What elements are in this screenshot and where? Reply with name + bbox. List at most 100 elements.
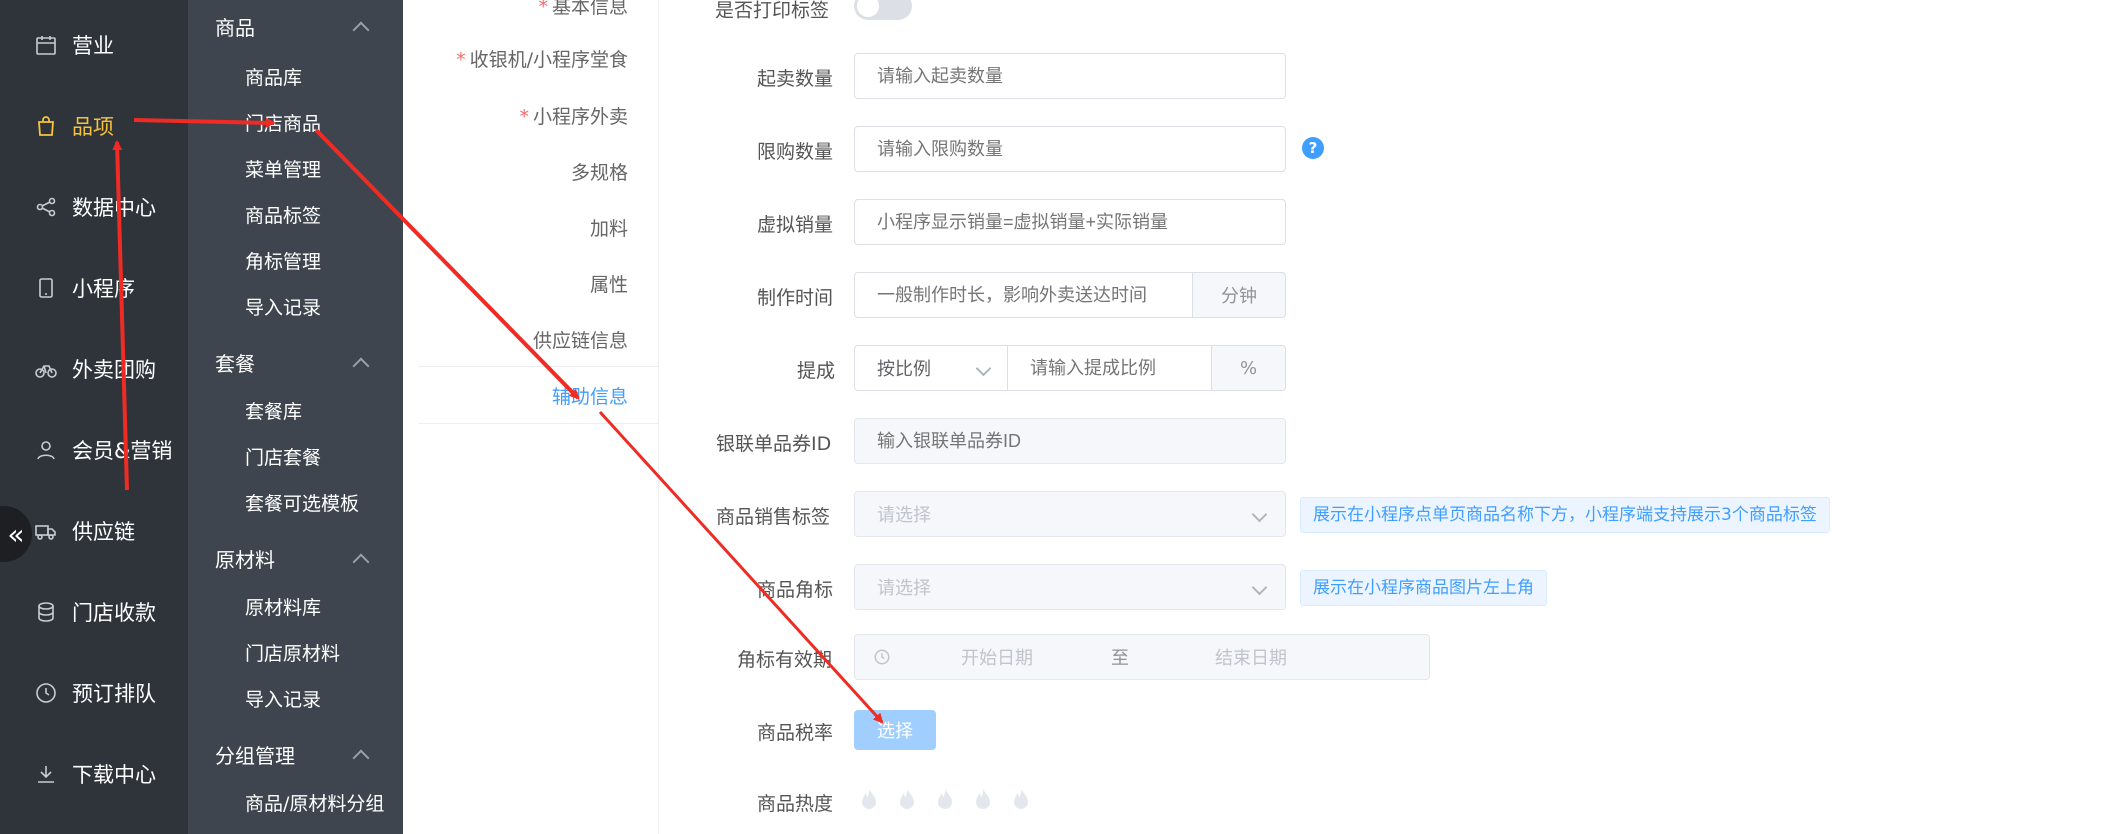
collapse-sidebar-button[interactable]: «: [0, 506, 32, 562]
nav-item-label: 外卖团购: [72, 358, 156, 382]
tab-label: 收银机/小程序堂食: [469, 49, 628, 71]
main-nav: 营业 品项 数据中心 小程序 外卖团购 会员&营销 供应链 门店收款 预订排队 …: [0, 0, 188, 834]
chevron-down-icon: [1251, 579, 1268, 595]
field-label: 商品热度: [757, 793, 834, 815]
tab-mini-program-delivery[interactable]: * 小程序外卖: [519, 102, 628, 129]
nav-item-delivery[interactable]: 外卖团购: [32, 349, 156, 389]
subnav-item-product-library[interactable]: 商品库: [245, 63, 302, 90]
flame-icon[interactable]: [858, 786, 880, 812]
select-placeholder: 请选择: [877, 578, 931, 599]
print-label-switch[interactable]: [854, 0, 912, 20]
subnav-item-raw-import-records[interactable]: 导入记录: [245, 685, 321, 712]
unionpay-coupon-id-input[interactable]: [854, 418, 1286, 464]
sale-tag-hint: 展示在小程序点单页商品名称下方，小程序端支持展示3个商品标签: [1300, 497, 1830, 533]
tab-supply-chain-info[interactable]: 供应链信息: [533, 326, 628, 353]
subnav-item-raw-material-library[interactable]: 原材料库: [245, 593, 321, 620]
select-value: 按比例: [877, 359, 931, 380]
nav-item-label: 营业: [72, 34, 114, 58]
virtual-sales-input[interactable]: [854, 199, 1286, 245]
nav-item-label: 门店收款: [72, 601, 156, 625]
nav-item-data-center[interactable]: 数据中心: [32, 187, 156, 227]
field-label: 制作时间: [757, 287, 834, 309]
mobile-icon: [32, 274, 60, 302]
tab-label: 小程序外卖: [532, 106, 628, 128]
clock-icon: [32, 679, 60, 707]
flame-icon[interactable]: [896, 786, 918, 812]
make-time-input[interactable]: [854, 272, 1193, 318]
subnav-item-product-material-groups[interactable]: 商品/原材料分组: [245, 789, 384, 816]
nav-item-business[interactable]: 营业: [32, 25, 114, 65]
field-label: 虚拟销量: [757, 214, 834, 236]
date-range-separator: 至: [1111, 648, 1129, 669]
nav-item-member-marketing[interactable]: 会员&营销: [32, 430, 172, 470]
nav-item-label: 供应链: [72, 520, 135, 544]
clock-icon: [873, 648, 891, 666]
required-mark: *: [538, 0, 548, 18]
corner-mark-hint: 展示在小程序商品图片左上角: [1300, 570, 1547, 606]
field-label: 商品销售标签: [716, 506, 831, 528]
commission-mode-select[interactable]: 按比例: [854, 345, 1008, 391]
subnav-item-store-combos[interactable]: 门店套餐: [245, 443, 321, 470]
end-date-placeholder[interactable]: 结束日期: [1215, 644, 1287, 670]
nav-item-label: 数据中心: [72, 196, 156, 220]
subnav-item-store-raw-materials[interactable]: 门店原材料: [245, 639, 340, 666]
truck-icon: [32, 517, 60, 545]
subnav-group-products[interactable]: 商品: [215, 12, 375, 41]
form-section-tabs: * 基本信息 * 收银机/小程序堂食 * 小程序外卖 多规格 加料 属性 供应链信息 …: [418, 0, 659, 834]
tax-rate-select-button[interactable]: 选择: [854, 710, 936, 750]
nav-item-products[interactable]: 品项: [32, 106, 114, 146]
nav-item-label: 下载中心: [72, 763, 156, 787]
chevron-up-icon: [352, 553, 370, 570]
field-label: 商品角标: [757, 579, 834, 601]
flame-icon[interactable]: [934, 786, 956, 812]
download-icon: [32, 760, 60, 788]
min-qty-input[interactable]: [854, 53, 1286, 99]
field-label: 限购数量: [757, 141, 834, 163]
subnav-item-import-records[interactable]: 导入记录: [245, 293, 321, 320]
tab-attributes[interactable]: 属性: [590, 270, 628, 297]
flame-icon[interactable]: [972, 786, 994, 812]
group-title-label: 分组管理: [215, 744, 295, 768]
sale-tag-select[interactable]: 请选择: [854, 491, 1286, 537]
field-label: 是否打印标签: [715, 0, 830, 22]
commission-ratio-input[interactable]: [1007, 345, 1212, 391]
start-date-placeholder[interactable]: 开始日期: [961, 644, 1033, 670]
commission-unit: %: [1211, 345, 1286, 391]
nav-item-label: 品项: [72, 115, 114, 139]
required-mark: *: [456, 49, 466, 71]
subnav-item-combo-library[interactable]: 套餐库: [245, 397, 302, 424]
nav-item-mini-program[interactable]: 小程序: [32, 268, 135, 308]
nav-item-reservation-queue[interactable]: 预订排队: [32, 673, 156, 713]
double-chevron-left-icon: «: [7, 517, 25, 551]
tab-add-ons[interactable]: 加料: [590, 214, 628, 241]
nav-item-label: 预订排队: [72, 682, 156, 706]
subnav-group-grouping[interactable]: 分组管理: [215, 740, 375, 769]
nav-item-download-center[interactable]: 下载中心: [32, 754, 156, 794]
subnav-item-store-products[interactable]: 门店商品: [245, 109, 321, 136]
subnav-item-product-tags[interactable]: 商品标签: [245, 201, 321, 228]
field-label: 角标有效期: [737, 649, 833, 671]
tab-pos-dine-in[interactable]: * 收银机/小程序堂食: [456, 45, 628, 72]
limit-qty-input[interactable]: [854, 126, 1286, 172]
field-label: 起卖数量: [757, 68, 834, 90]
required-mark: *: [519, 106, 529, 128]
nav-item-label: 小程序: [72, 277, 135, 301]
subnav-item-menu-management[interactable]: 菜单管理: [245, 155, 321, 182]
tab-auxiliary-info[interactable]: 辅助信息: [552, 382, 628, 409]
corner-mark-date-range[interactable]: 开始日期 至 结束日期: [854, 634, 1430, 680]
tab-basic-info[interactable]: * 基本信息: [538, 0, 628, 19]
chevron-up-icon: [352, 21, 370, 38]
subnav-group-raw-materials[interactable]: 原材料: [215, 544, 375, 573]
make-time-unit: 分钟: [1192, 272, 1286, 318]
flame-icon[interactable]: [1010, 786, 1032, 812]
group-title-label: 原材料: [215, 548, 275, 572]
subnav-item-combo-templates[interactable]: 套餐可选模板: [245, 489, 359, 516]
tab-multi-spec[interactable]: 多规格: [571, 158, 628, 185]
subnav-group-combos[interactable]: 套餐: [215, 348, 375, 377]
nav-item-store-payment[interactable]: 门店收款: [32, 592, 156, 632]
user-icon: [32, 436, 60, 464]
subnav-item-corner-mark-management[interactable]: 角标管理: [245, 247, 321, 274]
question-circle-icon[interactable]: ?: [1302, 137, 1324, 159]
corner-mark-select[interactable]: 请选择: [854, 564, 1286, 610]
nav-item-supply-chain[interactable]: 供应链: [32, 511, 135, 551]
